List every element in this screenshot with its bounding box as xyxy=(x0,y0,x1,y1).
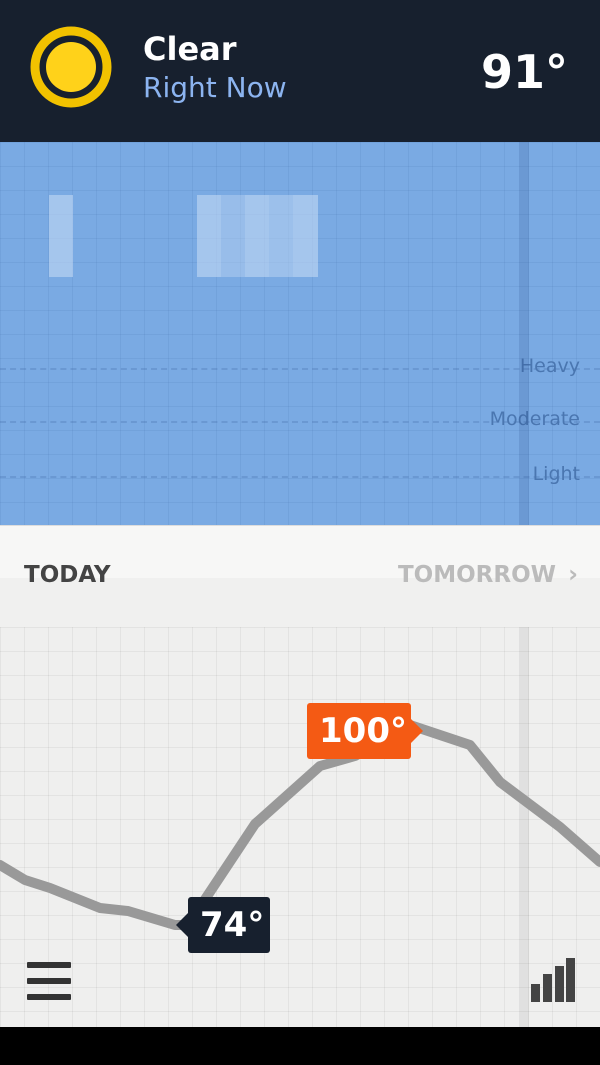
light-label: Light xyxy=(532,463,580,485)
light-gridline xyxy=(0,476,600,478)
temperature-line xyxy=(0,720,600,930)
precip-bar xyxy=(221,195,245,277)
tab-today[interactable]: TODAY xyxy=(24,562,111,588)
system-bar xyxy=(0,1027,600,1065)
low-temp-tag: 74° xyxy=(176,897,270,953)
precip-bar xyxy=(197,195,221,277)
condition-subtitle: Right Now xyxy=(143,71,287,104)
bar-chart-icon[interactable] xyxy=(531,958,575,1002)
current-conditions-header: Clear Right Now 91° xyxy=(0,0,600,142)
condition-text: Clear xyxy=(143,30,237,68)
high-temp-tag: 100° xyxy=(307,703,423,759)
precip-bar xyxy=(293,195,318,277)
precip-bar xyxy=(269,195,293,277)
precip-bar xyxy=(49,195,73,277)
day-navigation: TODAY TOMORROW › xyxy=(0,525,600,628)
moderate-label: Moderate xyxy=(489,408,580,430)
current-time-marker xyxy=(519,142,529,525)
tab-tomorrow[interactable]: TOMORROW xyxy=(398,562,556,588)
precip-bar xyxy=(245,195,269,277)
menu-icon[interactable] xyxy=(27,962,71,1000)
current-temperature: 91° xyxy=(480,45,568,99)
chevron-right-icon[interactable]: › xyxy=(568,560,578,588)
sun-icon xyxy=(30,26,112,108)
heavy-gridline xyxy=(0,368,600,370)
temperature-graph xyxy=(0,627,600,1027)
precipitation-chart: Heavy Moderate Light xyxy=(0,142,600,525)
